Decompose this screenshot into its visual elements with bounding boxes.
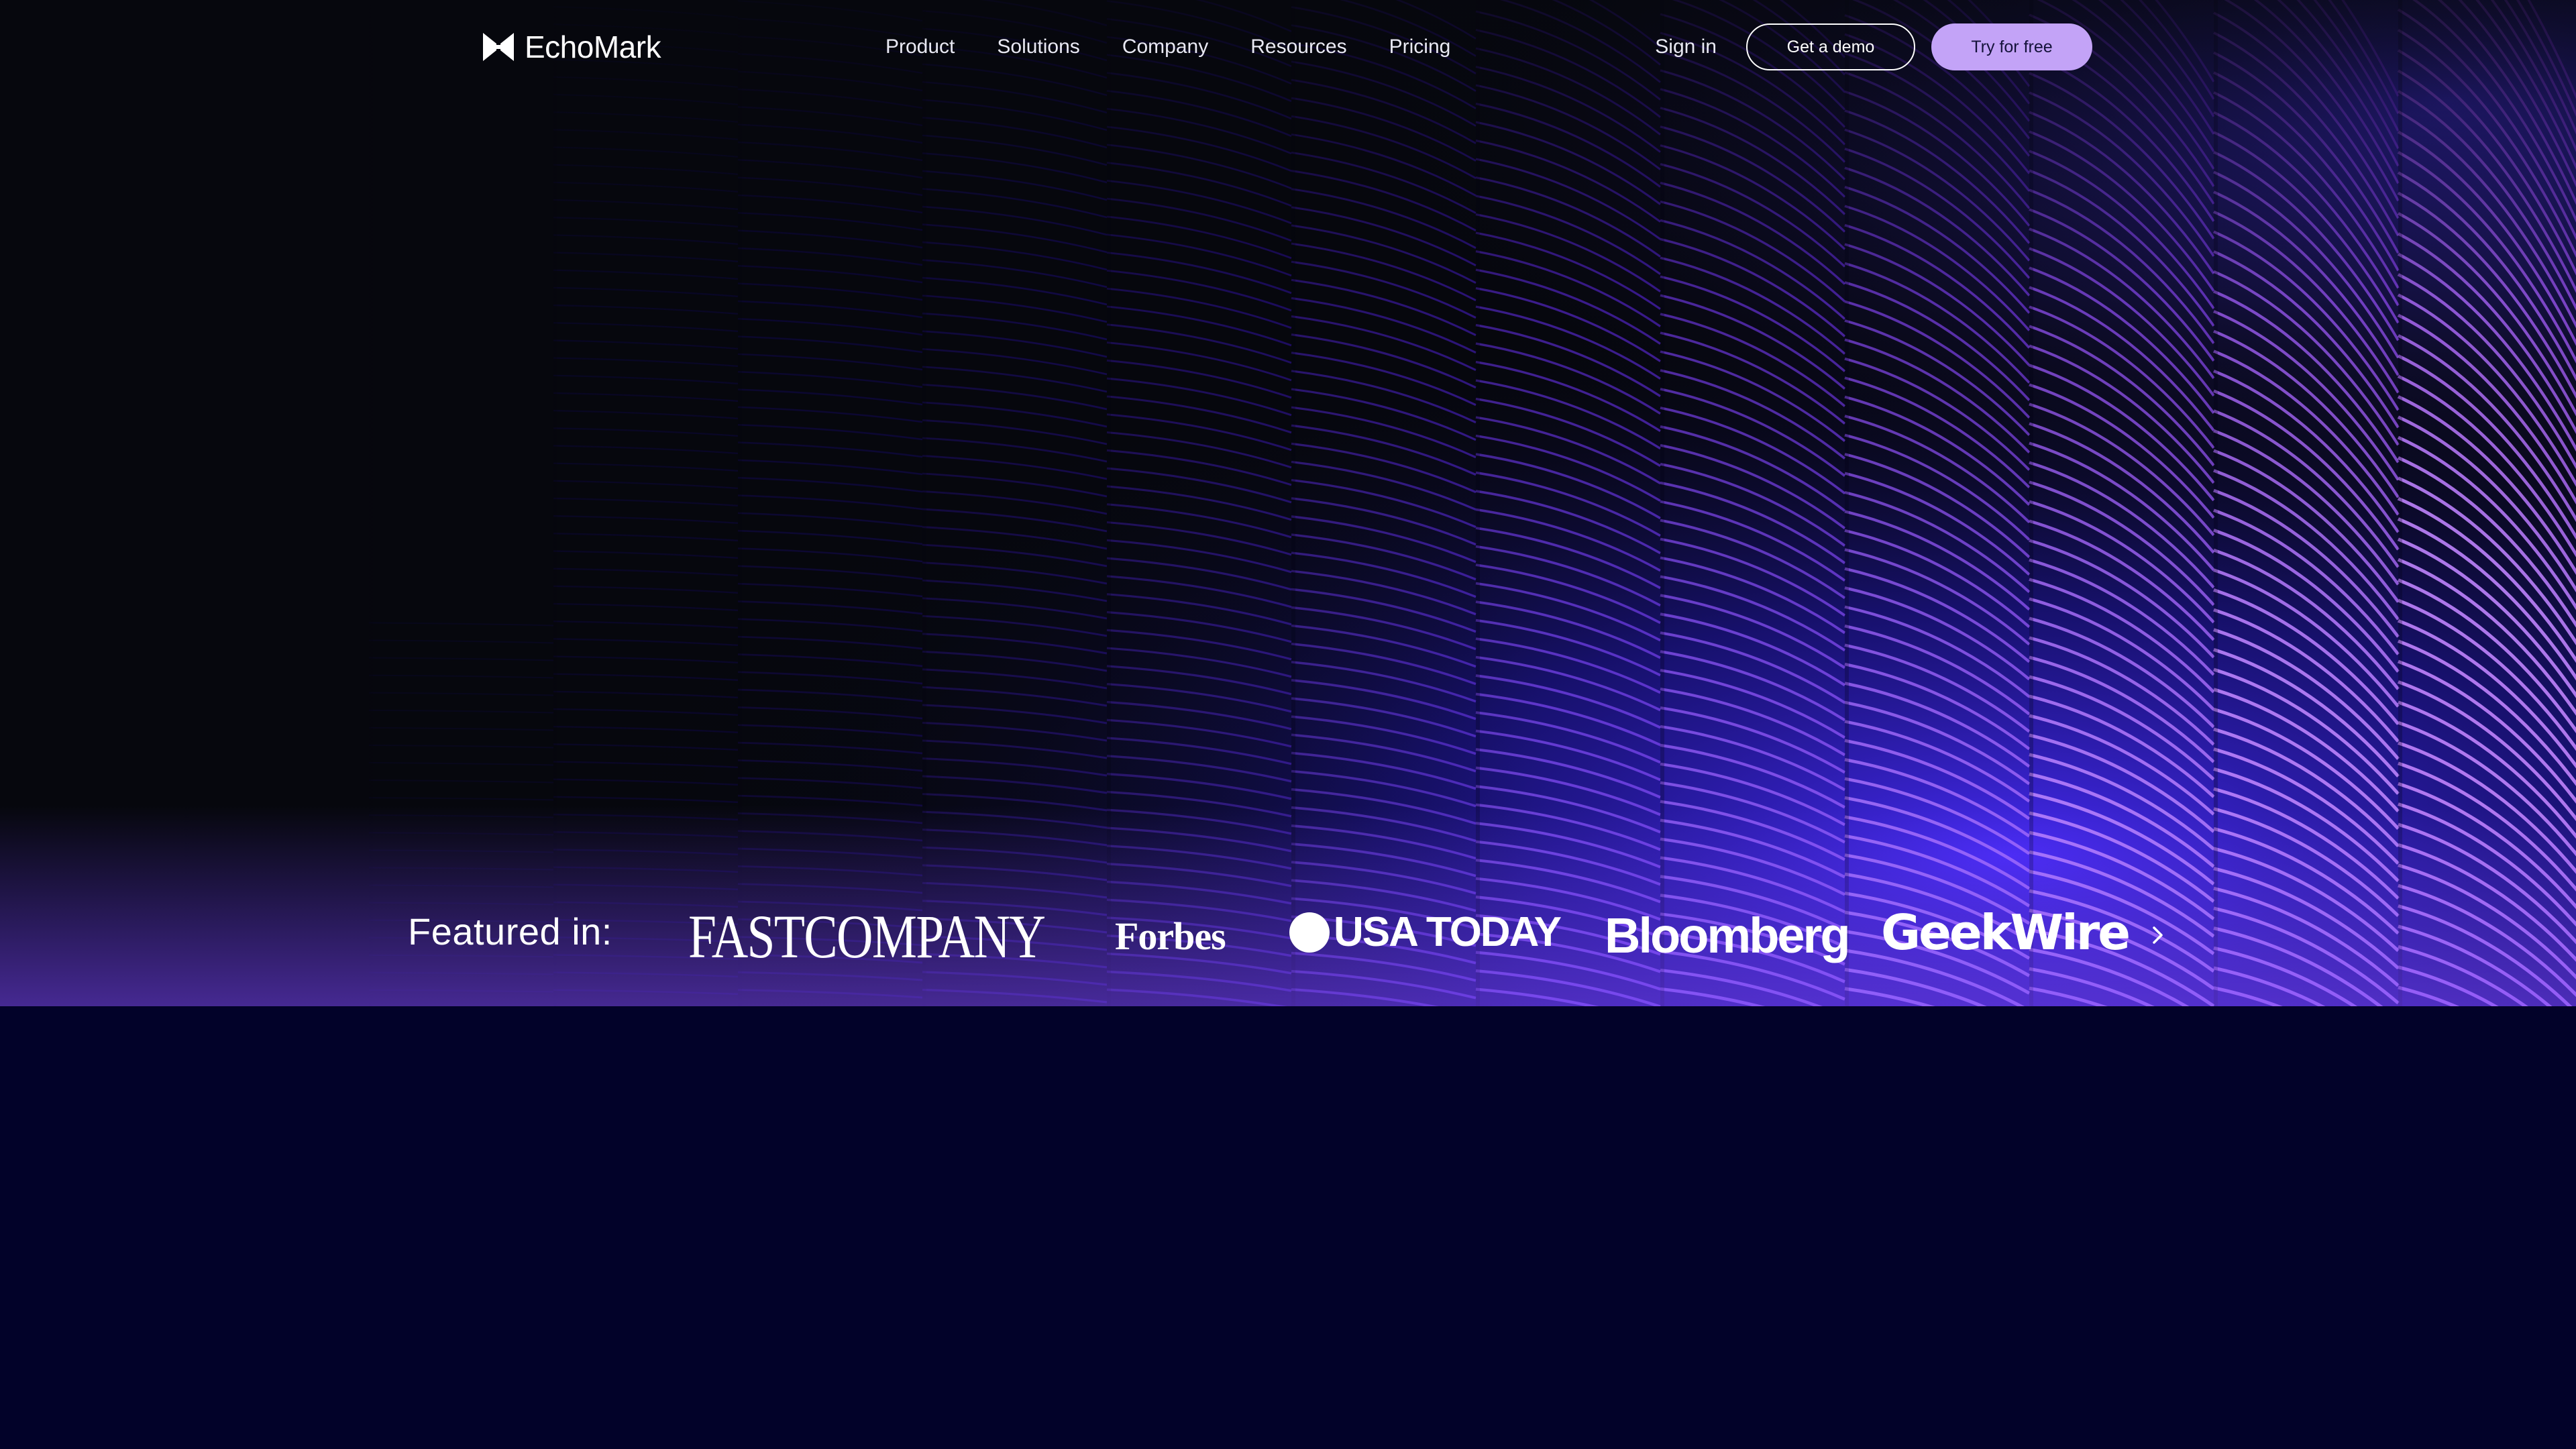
nav-link-resources[interactable]: Resources bbox=[1250, 32, 1346, 62]
usa-today-wordmark: USA TODAY bbox=[1334, 909, 1562, 955]
nav-actions: Sign in Get a demo Try for free bbox=[1655, 23, 2092, 70]
hero-light-streaks-background bbox=[0, 0, 2576, 1006]
press-logo-forbes[interactable]: Forbes bbox=[1115, 914, 1226, 959]
press-logo-fast-company[interactable]: FASTCOMPANY bbox=[688, 903, 1046, 970]
brand-name: EchoMark bbox=[525, 30, 661, 64]
press-logo-usa-today[interactable]: USA TODAY bbox=[1289, 908, 1562, 956]
nav-link-product[interactable]: Product bbox=[885, 32, 955, 62]
brand-logo[interactable]: EchoMark bbox=[482, 30, 661, 64]
nav-link-pricing[interactable]: Pricing bbox=[1389, 32, 1451, 62]
hero-section: EchoMark Product Solutions Company Resou… bbox=[0, 0, 2576, 1006]
try-free-button[interactable]: Try for free bbox=[1931, 23, 2092, 70]
top-navigation: EchoMark Product Solutions Company Resou… bbox=[0, 0, 2576, 94]
press-logo-bloomberg[interactable]: Bloomberg bbox=[1605, 907, 1851, 964]
get-demo-button[interactable]: Get a demo bbox=[1746, 23, 1915, 70]
usa-today-dot-icon bbox=[1289, 912, 1330, 953]
nav-link-company[interactable]: Company bbox=[1122, 32, 1208, 62]
echomark-logo-icon bbox=[483, 33, 514, 61]
nav-link-solutions[interactable]: Solutions bbox=[997, 32, 1079, 62]
sign-in-link[interactable]: Sign in bbox=[1655, 36, 1717, 58]
content-section-dark bbox=[0, 1006, 2576, 1449]
page: EchoMark Product Solutions Company Resou… bbox=[0, 0, 2576, 1449]
featured-in-label: Featured in: bbox=[408, 910, 612, 953]
press-logo-geekwire[interactable]: GeekWire bbox=[1881, 904, 2131, 961]
chevron-right-icon[interactable] bbox=[2145, 923, 2169, 947]
featured-in-strip: Featured in: FASTCOMPANY Forbes USA TODA… bbox=[0, 868, 2576, 1006]
nav-links: Product Solutions Company Resources Pric… bbox=[885, 32, 1493, 62]
